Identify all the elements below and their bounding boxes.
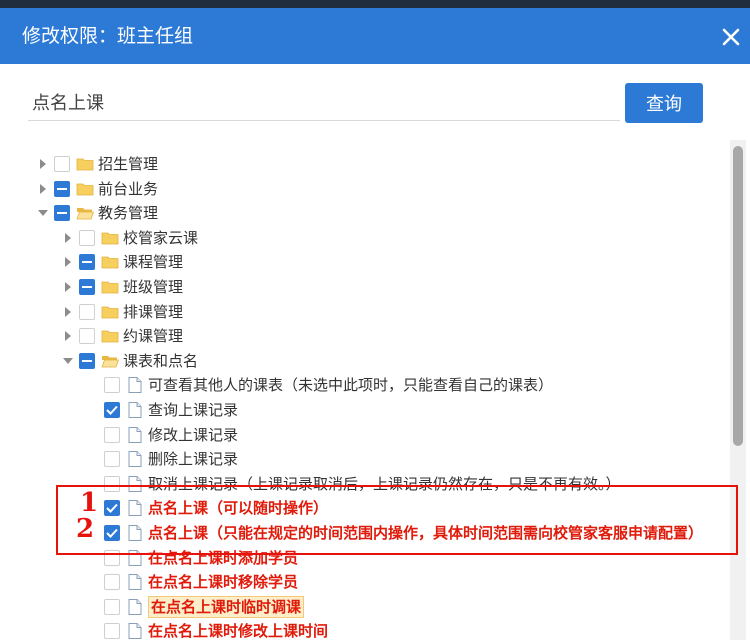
search-button[interactable]: 查询 [625, 83, 703, 123]
tree-node-label: 排课管理 [123, 302, 184, 321]
tree-node-checkbox[interactable] [54, 156, 70, 172]
document-icon [128, 377, 142, 394]
permission-tree: 招生管理前台业务教务管理校管家云课课程管理班级管理排课管理约课管理课表和点名可查… [0, 150, 730, 640]
tree-node-checkbox[interactable] [79, 328, 95, 345]
folder-icon [76, 158, 94, 171]
tree-node-label: 可查看其他人的课表（未选中此项时，只能查看自己的课表） [148, 376, 554, 395]
tree-node-checkbox[interactable] [104, 426, 120, 443]
close-icon[interactable] [716, 22, 746, 52]
tree-node-checkbox[interactable] [104, 402, 120, 418]
folder-icon [101, 232, 119, 245]
tree-node-label: 在点名上课时移除学员 [148, 573, 299, 592]
folder-open-icon [101, 355, 119, 368]
tree-node[interactable]: 前台业务 [36, 177, 158, 201]
tree-node[interactable]: 班级管理 [61, 275, 183, 299]
annotation-highlight-box [56, 485, 738, 555]
tree-node-label: 班级管理 [123, 278, 184, 296]
dialog-header: 修改权限：班主任组 [0, 8, 750, 64]
caret-right-icon[interactable] [61, 300, 75, 324]
tree-node[interactable]: 查询上课记录 [86, 398, 238, 422]
tree-node-checkbox[interactable] [104, 574, 120, 591]
tree-node[interactable]: 排课管理 [61, 300, 183, 324]
caret-right-icon[interactable] [61, 324, 75, 348]
document-icon [128, 451, 142, 468]
tree-node[interactable]: 招生管理 [36, 152, 158, 176]
folder-icon [101, 306, 119, 318]
scrollbar-thumb[interactable] [733, 146, 743, 446]
tree-node[interactable]: 可查看其他人的课表（未选中此项时，只能查看自己的课表） [86, 373, 553, 397]
tree-node-checkbox[interactable] [54, 205, 70, 222]
tree-node-checkbox[interactable] [79, 352, 95, 369]
tree-node-checkbox[interactable] [104, 598, 120, 615]
tree-node-checkbox[interactable] [79, 229, 95, 246]
annotation-number-2: 2 [76, 514, 95, 544]
tree-node-label: 招生管理 [98, 155, 159, 173]
tree-node-checkbox[interactable] [104, 623, 120, 640]
search-field-wrapper [28, 84, 620, 121]
tree-node-checkbox[interactable] [104, 451, 120, 468]
folder-open-icon [76, 208, 94, 220]
tree-node[interactable]: 教务管理 [36, 201, 158, 225]
tree-node-label: 约课管理 [123, 327, 184, 346]
folder-icon [101, 330, 119, 343]
tree-node[interactable]: 课程管理 [61, 250, 183, 274]
annotation-number-1: 1 [80, 488, 99, 518]
tree-node-checkbox[interactable] [54, 180, 70, 197]
tree-node[interactable]: 修改上课记录 [86, 423, 238, 447]
document-icon [128, 623, 142, 640]
caret-right-icon[interactable] [61, 226, 75, 250]
tree-node[interactable]: 在点名上课时移除学员 [86, 570, 298, 594]
caret-down-icon[interactable] [61, 349, 75, 373]
document-icon [128, 426, 142, 443]
background-app-strip [0, 0, 750, 8]
tree-node-label: 教务管理 [98, 204, 159, 223]
tree-node-checkbox[interactable] [79, 254, 95, 271]
tree-node[interactable]: 在点名上课时临时调课 [86, 595, 305, 619]
tree-node[interactable]: 在点名上课时修改上课时间 [86, 619, 328, 640]
tree-node-checkbox[interactable] [79, 279, 95, 295]
caret-down-icon[interactable] [36, 201, 50, 225]
tree-node-label: 前台业务 [98, 179, 159, 198]
tree-node[interactable]: 课表和点名 [61, 349, 198, 373]
tree-node-label: 在点名上课时修改上课时间 [148, 622, 329, 640]
tree-node[interactable]: 删除上课记录 [86, 447, 238, 471]
tree-node-checkbox[interactable] [79, 303, 95, 320]
caret-right-icon[interactable] [36, 152, 50, 176]
document-icon [128, 402, 142, 418]
document-icon [128, 574, 142, 591]
tree-node[interactable]: 约课管理 [61, 324, 183, 348]
tree-node-label: 课程管理 [123, 253, 184, 272]
tree-node-label: 查询上课记录 [148, 401, 239, 419]
caret-right-icon[interactable] [61, 275, 75, 299]
folder-icon [101, 256, 119, 269]
tree-node-checkbox[interactable] [104, 377, 120, 394]
tree-node-label: 在点名上课时临时调课 [148, 595, 305, 618]
search-input[interactable] [28, 84, 620, 120]
folder-icon [101, 281, 119, 294]
tree-node-label: 课表和点名 [123, 351, 199, 370]
tree-node[interactable]: 校管家云课 [61, 226, 198, 250]
scrollbar[interactable] [730, 140, 746, 640]
tree-node-label: 修改上课记录 [148, 425, 239, 444]
dialog-title: 修改权限：班主任组 [22, 25, 194, 47]
tree-node-label: 校管家云课 [123, 228, 199, 247]
document-icon [128, 598, 142, 615]
caret-right-icon[interactable] [36, 177, 50, 201]
tree-node-label: 删除上课记录 [148, 450, 239, 469]
folder-icon [76, 183, 94, 195]
caret-right-icon[interactable] [61, 250, 75, 274]
